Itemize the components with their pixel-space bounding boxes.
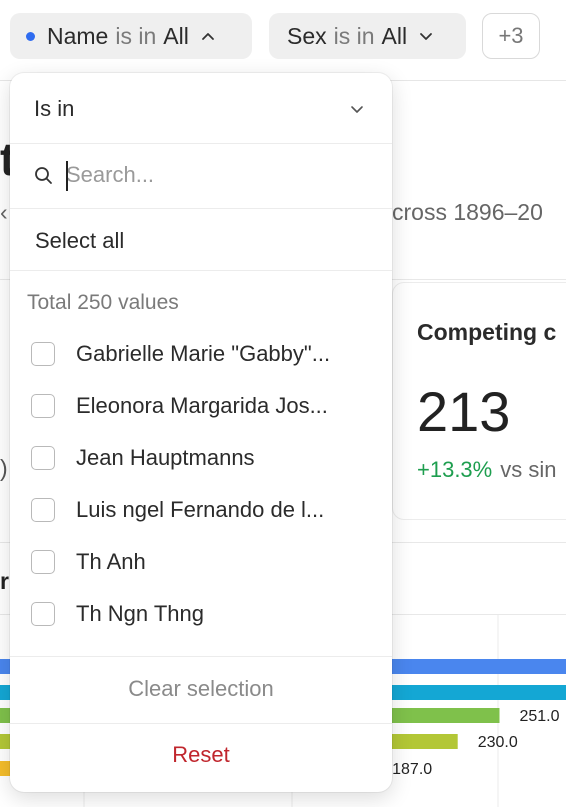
- kpi-title: Competing c: [417, 319, 557, 345]
- kpi-delta-value: +13.3%: [417, 457, 493, 482]
- bar-value-label: 230.0: [478, 734, 518, 751]
- clear-selection-button[interactable]: Clear selection: [10, 676, 392, 702]
- operator-label: Is in: [34, 96, 75, 121]
- filter-bar: Name is in All Sex is in All +3: [0, 0, 566, 81]
- name-filter-dropdown: Is in Select all Total 250 values Gabrie…: [10, 73, 392, 792]
- select-all-button[interactable]: Select all: [35, 228, 124, 254]
- filter-operator: is in: [333, 22, 375, 49]
- option-checkbox[interactable]: [31, 498, 55, 522]
- kpi-delta-suffix: vs sin: [500, 457, 557, 482]
- operator-select[interactable]: Is in: [10, 73, 392, 144]
- search-row: [10, 143, 392, 209]
- option-label: Th Ngn Thng: [76, 601, 205, 626]
- kpi-value: 213: [417, 380, 511, 443]
- text-cursor: [66, 161, 68, 191]
- chart-title-fragment: r: [0, 568, 9, 594]
- bar-value-label: 251.0: [519, 708, 559, 725]
- kpi-delta: +13.3% vs sin: [417, 457, 556, 483]
- bar-value-label: 187.0: [392, 761, 432, 778]
- filter-operator: is in: [115, 22, 157, 49]
- chevron-down-icon: [419, 31, 433, 41]
- option-checkbox[interactable]: [31, 550, 55, 574]
- option-checkbox[interactable]: [31, 342, 55, 366]
- options-list: Gabrielle Marie "Gabby"... Eleonora Marga…: [10, 329, 392, 641]
- page-subtitle-left: ‹: [0, 199, 8, 225]
- option-item[interactable]: Luis ngel Fernando de l...: [10, 485, 392, 537]
- option-item[interactable]: Jean Hauptmanns: [10, 433, 392, 485]
- active-filter-dot: [26, 31, 35, 41]
- filter-field: Sex: [287, 22, 327, 49]
- reset-button[interactable]: Reset: [10, 742, 392, 768]
- option-item[interactable]: Eleonora Margarida Jos...: [10, 381, 392, 433]
- filter-value: All: [381, 22, 408, 49]
- page-subtitle: cross 1896–20: [392, 199, 543, 225]
- total-values-label: Total 250 values: [27, 291, 179, 314]
- option-label: Gabrielle Marie "Gabby"...: [76, 341, 331, 366]
- search-icon: [34, 166, 54, 191]
- card-fragment: ): [0, 455, 8, 481]
- option-label: Eleonora Margarida Jos...: [76, 393, 328, 418]
- sex-filter-pill[interactable]: Sex is in All: [269, 13, 466, 59]
- select-all-row: Select all: [10, 208, 392, 271]
- kpi-card: Competing c 213 +13.3% vs sin: [392, 282, 566, 520]
- filter-value: All: [163, 22, 189, 49]
- search-input[interactable]: [64, 157, 376, 193]
- option-label: Jean Hauptmanns: [76, 445, 255, 470]
- more-filters-button[interactable]: +3: [482, 13, 540, 59]
- chevron-down-icon: [350, 101, 364, 119]
- option-item[interactable]: Gabrielle Marie "Gabby"...: [10, 329, 392, 381]
- option-checkbox[interactable]: [31, 602, 55, 626]
- option-label: Luis ngel Fernando de l...: [76, 497, 325, 522]
- name-filter-pill[interactable]: Name is in All: [10, 13, 252, 59]
- option-item[interactable]: Th Ngn Thng: [10, 589, 392, 641]
- option-checkbox[interactable]: [31, 446, 55, 470]
- chevron-up-icon: [201, 31, 215, 41]
- option-label: Th Anh: [76, 549, 146, 574]
- filter-field: Name: [47, 22, 109, 49]
- clear-row: Clear selection: [10, 656, 392, 724]
- option-item[interactable]: Th Anh: [10, 537, 392, 589]
- option-checkbox[interactable]: [31, 394, 55, 418]
